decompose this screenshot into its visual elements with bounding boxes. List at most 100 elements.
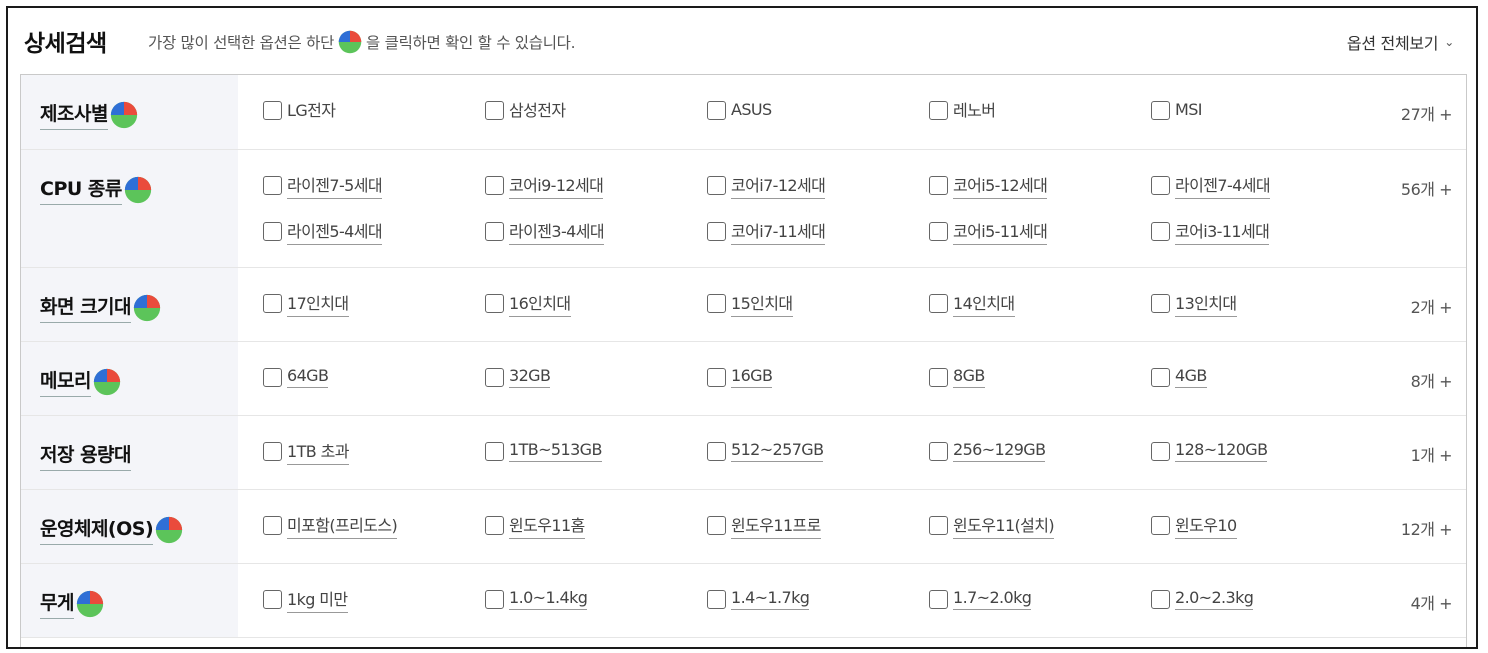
filter-option[interactable]: 256~129GB — [929, 436, 1151, 466]
filter-checkbox[interactable] — [1151, 367, 1170, 387]
filter-checkbox[interactable] — [1151, 515, 1170, 535]
filter-checkbox[interactable] — [707, 221, 726, 241]
pie-chart-icon[interactable] — [124, 176, 152, 204]
more-options-button[interactable]: 1개 + — [1376, 416, 1466, 489]
filter-option[interactable]: 1.4~1.7kg — [707, 584, 929, 614]
filter-checkbox[interactable] — [263, 515, 282, 535]
filter-category-header[interactable]: 메모리 — [40, 366, 121, 397]
filter-checkbox[interactable] — [929, 515, 948, 535]
more-options-button[interactable]: 8개 + — [1376, 342, 1466, 415]
filter-checkbox[interactable] — [707, 441, 726, 461]
filter-option[interactable]: 코어i5-12세대 — [929, 170, 1151, 200]
more-options-button[interactable]: 56개 + — [1376, 150, 1466, 267]
more-options-button[interactable]: 2개 + — [1376, 268, 1466, 341]
filter-checkbox[interactable] — [929, 367, 948, 387]
filter-checkbox[interactable] — [263, 367, 282, 387]
filter-option[interactable]: 윈도우11프로 — [707, 510, 929, 540]
filter-checkbox[interactable] — [485, 589, 504, 609]
filter-category-header[interactable]: CPU 종류 — [40, 174, 152, 205]
filter-option[interactable]: 1TB~513GB — [485, 436, 707, 466]
filter-option[interactable]: 14인치대 — [929, 288, 1151, 318]
filter-option[interactable]: 삼성전자 — [485, 95, 707, 125]
filter-option[interactable]: 17인치대 — [263, 288, 485, 318]
filter-option[interactable]: 윈도우11홈 — [485, 510, 707, 540]
filter-option[interactable]: MSI — [1151, 95, 1373, 125]
filter-option[interactable]: 1.7~2.0kg — [929, 584, 1151, 614]
filter-checkbox[interactable] — [707, 515, 726, 535]
more-options-button[interactable]: 4개 + — [1376, 564, 1466, 637]
filter-option[interactable]: 32GB — [485, 362, 707, 392]
filter-checkbox[interactable] — [929, 589, 948, 609]
filter-option[interactable]: 16GB — [707, 362, 929, 392]
filter-checkbox[interactable] — [707, 175, 726, 195]
filter-category-header[interactable]: 화면 크기대 — [40, 292, 161, 323]
filter-option[interactable]: 미포함(프리도스) — [263, 510, 485, 540]
filter-checkbox[interactable] — [263, 441, 282, 461]
filter-option[interactable]: 4GB — [1151, 362, 1373, 392]
pie-chart-icon[interactable] — [133, 294, 161, 322]
pie-chart-icon[interactable] — [76, 590, 104, 618]
filter-checkbox[interactable] — [1151, 175, 1170, 195]
filter-option[interactable]: 13인치대 — [1151, 288, 1373, 318]
filter-option[interactable]: 코어i7-11세대 — [707, 216, 929, 246]
filter-option[interactable]: 코어i9-12세대 — [485, 170, 707, 200]
filter-option[interactable]: 라이젠3-4세대 — [485, 216, 707, 246]
filter-checkbox[interactable] — [929, 100, 948, 120]
filter-option[interactable]: 16인치대 — [485, 288, 707, 318]
filter-checkbox[interactable] — [263, 221, 282, 241]
filter-checkbox[interactable] — [263, 293, 282, 313]
filter-category-header[interactable]: 운영체제(OS) — [40, 514, 183, 545]
filter-checkbox[interactable] — [485, 100, 504, 120]
filter-checkbox[interactable] — [1151, 589, 1170, 609]
pie-chart-icon[interactable] — [155, 516, 183, 544]
filter-option[interactable]: 윈도우11(설치) — [929, 510, 1151, 540]
filter-option[interactable]: 64GB — [263, 362, 485, 392]
filter-option[interactable]: 2.0~2.3kg — [1151, 584, 1373, 614]
filter-option[interactable]: 라이젠7-4세대 — [1151, 170, 1373, 200]
more-options-button[interactable]: 27개 + — [1376, 75, 1466, 149]
filter-option[interactable]: 128~120GB — [1151, 436, 1373, 466]
filter-option[interactable]: 512~257GB — [707, 436, 929, 466]
filter-checkbox[interactable] — [1151, 100, 1170, 120]
filter-category-header[interactable]: 저장 용량대 — [40, 440, 132, 471]
view-all-options-button[interactable]: 옵션 전체보기 ⌄ — [1347, 30, 1454, 54]
filter-option[interactable]: 라이젠5-4세대 — [263, 216, 485, 246]
filter-option[interactable]: 레노버 — [929, 95, 1151, 125]
filter-checkbox[interactable] — [1151, 293, 1170, 313]
filter-checkbox[interactable] — [1151, 221, 1170, 241]
filter-option[interactable]: 코어i3-11세대 — [1151, 216, 1373, 246]
filter-checkbox[interactable] — [929, 441, 948, 461]
filter-checkbox[interactable] — [707, 293, 726, 313]
filter-checkbox[interactable] — [707, 367, 726, 387]
filter-checkbox[interactable] — [263, 589, 282, 609]
filter-checkbox[interactable] — [485, 293, 504, 313]
filter-option[interactable]: 코어i5-11세대 — [929, 216, 1151, 246]
filter-option[interactable]: 코어i7-12세대 — [707, 170, 929, 200]
filter-checkbox[interactable] — [485, 367, 504, 387]
more-options-button[interactable]: 12개 + — [1376, 490, 1466, 563]
filter-checkbox[interactable] — [1151, 441, 1170, 461]
filter-checkbox[interactable] — [929, 175, 948, 195]
filter-checkbox[interactable] — [707, 100, 726, 120]
filter-option[interactable]: ASUS — [707, 95, 929, 125]
filter-checkbox[interactable] — [929, 293, 948, 313]
filter-category-header[interactable]: 제조사별 — [40, 99, 138, 130]
filter-checkbox[interactable] — [707, 589, 726, 609]
filter-checkbox[interactable] — [929, 221, 948, 241]
filter-option[interactable]: 8GB — [929, 362, 1151, 392]
filter-checkbox[interactable] — [263, 100, 282, 120]
filter-checkbox[interactable] — [485, 515, 504, 535]
filter-option[interactable]: 라이젠7-5세대 — [263, 170, 485, 200]
filter-option[interactable]: 윈도우10 — [1151, 510, 1373, 540]
filter-option[interactable]: 1TB 초과 — [263, 436, 485, 466]
filter-option[interactable]: LG전자 — [263, 95, 485, 125]
filter-checkbox[interactable] — [485, 175, 504, 195]
filter-option[interactable]: 15인치대 — [707, 288, 929, 318]
filter-category-header[interactable]: 무게 — [40, 588, 104, 619]
pie-chart-icon[interactable] — [93, 368, 121, 396]
filter-option[interactable]: 1kg 미만 — [263, 584, 485, 614]
pie-chart-icon[interactable] — [110, 101, 138, 129]
filter-checkbox[interactable] — [485, 441, 504, 461]
filter-checkbox[interactable] — [263, 175, 282, 195]
filter-option[interactable]: 1.0~1.4kg — [485, 584, 707, 614]
